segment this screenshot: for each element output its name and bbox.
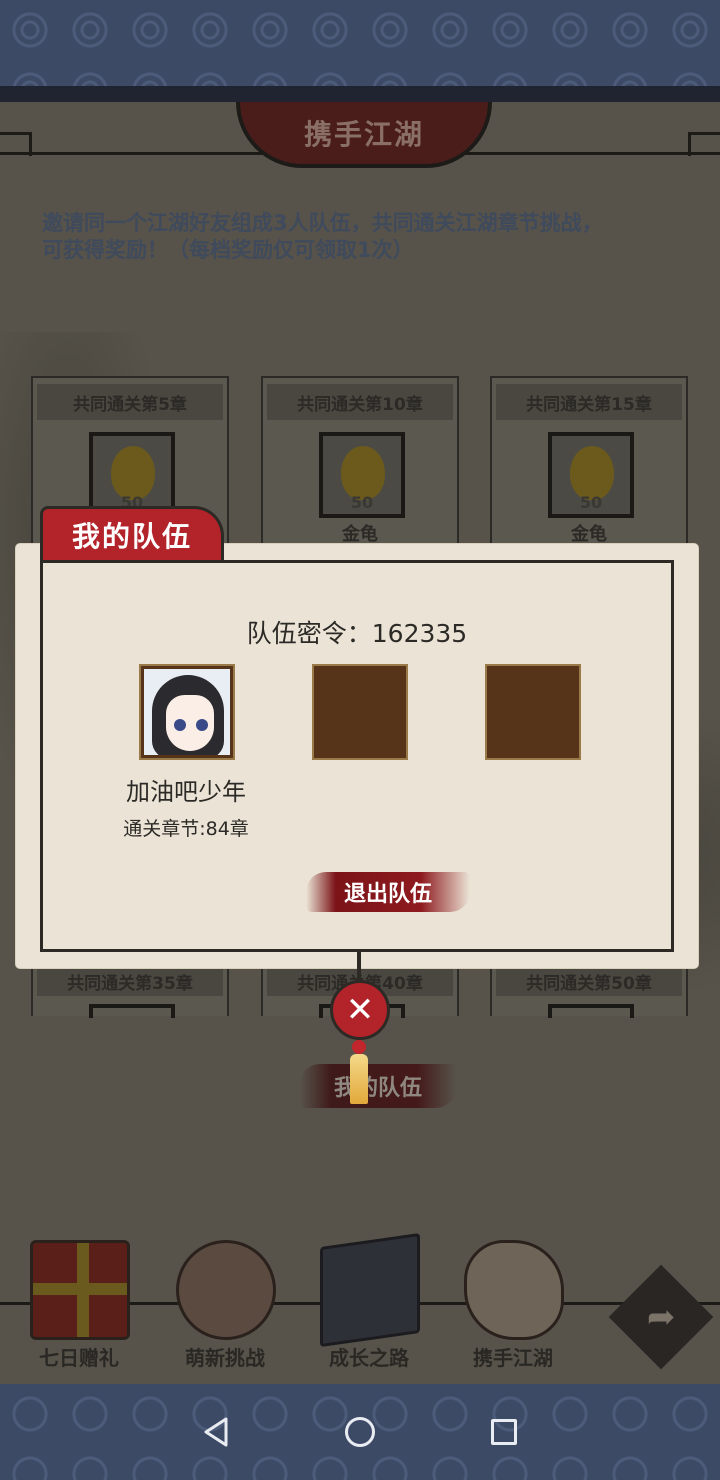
team-code-label: 队伍密令：	[246, 619, 372, 648]
avatar-eye-left	[174, 719, 186, 731]
nav-item-seven-day-gift[interactable]: 七日赠礼	[14, 1240, 144, 1372]
member-progress: 通关章节:84章	[123, 818, 249, 840]
back-triangle-icon	[204, 1417, 228, 1447]
corner-ornament-left	[0, 132, 32, 156]
reward-item-count: 50	[350, 493, 374, 512]
system-recents-button[interactable]	[484, 1412, 524, 1452]
corner-ornament-right	[688, 132, 720, 156]
reward-card-title: 共同通关第10章	[267, 384, 453, 420]
nav-item-label: 七日赠礼	[39, 1346, 119, 1370]
reward-card-title: 共同通关第35章	[37, 966, 223, 996]
share-arrow-icon: ➦	[646, 1297, 676, 1337]
leave-team-label: 退出队伍	[343, 882, 432, 907]
reward-item-name: 金龟	[571, 524, 607, 545]
handshake-icon	[464, 1240, 564, 1340]
my-team-button[interactable]: 我的队伍	[300, 1064, 456, 1108]
book-icon	[320, 1232, 420, 1348]
team-code-row: 队伍密令：162335	[16, 614, 698, 650]
intro-line-2: 可获得奖励！（每档奖励仅可领取1次）	[42, 238, 414, 262]
close-dialog-button[interactable]: ✕	[330, 980, 390, 1040]
reward-card-title: 共同通关第5章	[37, 384, 223, 420]
dialog-tab-label: 我的队伍	[71, 519, 192, 553]
home-circle-icon	[345, 1417, 375, 1447]
gold-gourd-icon	[111, 446, 155, 500]
reward-card[interactable]: 共同通关第35章	[31, 962, 229, 1018]
avatar	[144, 669, 230, 755]
avatar-eye-right	[196, 719, 208, 731]
gift-box-icon	[30, 1240, 130, 1340]
reward-item-frame: 50	[548, 432, 634, 518]
nav-item-newbie-challenge[interactable]: 萌新挑战	[160, 1240, 290, 1372]
reward-item-count: 50	[579, 493, 603, 512]
reward-item-frame: 50	[319, 432, 405, 518]
nav-item-label: 成长之路	[329, 1346, 409, 1370]
system-back-button[interactable]	[196, 1412, 236, 1452]
close-icon: ✕	[345, 990, 375, 1030]
nav-item-growth-path[interactable]: 成长之路	[304, 1232, 434, 1372]
reward-card[interactable]: 共同通关第10章 50 金龟	[261, 376, 459, 554]
nav-item-label: 携手江湖	[473, 1346, 553, 1370]
leave-team-button[interactable]: 退出队伍	[306, 872, 470, 912]
reward-card-title: 共同通关第50章	[496, 966, 682, 996]
my-team-button-label: 我的队伍	[333, 1076, 422, 1101]
team-slot-3-empty[interactable]	[485, 664, 581, 760]
tassel-bead-icon	[352, 1040, 366, 1054]
team-slot-1[interactable]	[139, 664, 235, 760]
reward-card[interactable]: 共同通关第15章 50 金龟	[490, 376, 688, 554]
reward-item-frame	[548, 1004, 634, 1018]
reward-card-title: 共同通关第15章	[496, 384, 682, 420]
nav-item-jianghu-together[interactable]: 携手江湖	[448, 1240, 578, 1372]
system-home-button[interactable]	[340, 1412, 380, 1452]
reward-item-frame	[89, 1004, 175, 1018]
gold-gourd-icon	[570, 446, 614, 500]
dialog-tab: 我的队伍	[40, 506, 224, 560]
girl-avatar-icon	[176, 1240, 276, 1340]
gold-gourd-icon	[341, 446, 385, 500]
reward-item-name: 金龟	[342, 524, 378, 545]
title-banner: 携手江湖	[236, 102, 492, 168]
my-team-dialog: 队伍密令：162335 加油吧少年 通关章节:84章 退出队伍	[16, 544, 698, 968]
page-title: 携手江湖	[303, 118, 424, 151]
member-name: 加油吧少年	[126, 778, 246, 806]
gift-ribbon-horizontal	[33, 1283, 127, 1295]
system-nav-bar	[0, 1384, 720, 1480]
top-wave-pattern	[0, 0, 720, 88]
intro-text: 邀请同一个江湖好友组成3人队伍，共同通关江湖章节挑战， 可获得奖励！（每档奖励仅…	[42, 210, 682, 264]
reward-card[interactable]: 共同通关第50章	[490, 962, 688, 1018]
tassel-icon	[350, 1054, 368, 1104]
intro-line-1: 邀请同一个江湖好友组成3人队伍，共同通关江湖章节挑战，	[42, 211, 603, 235]
team-code-value: 162335	[371, 619, 468, 648]
team-slot-2-empty[interactable]	[312, 664, 408, 760]
recents-square-icon	[491, 1419, 517, 1445]
nav-item-label: 萌新挑战	[185, 1346, 265, 1370]
close-connector-line	[357, 952, 361, 982]
